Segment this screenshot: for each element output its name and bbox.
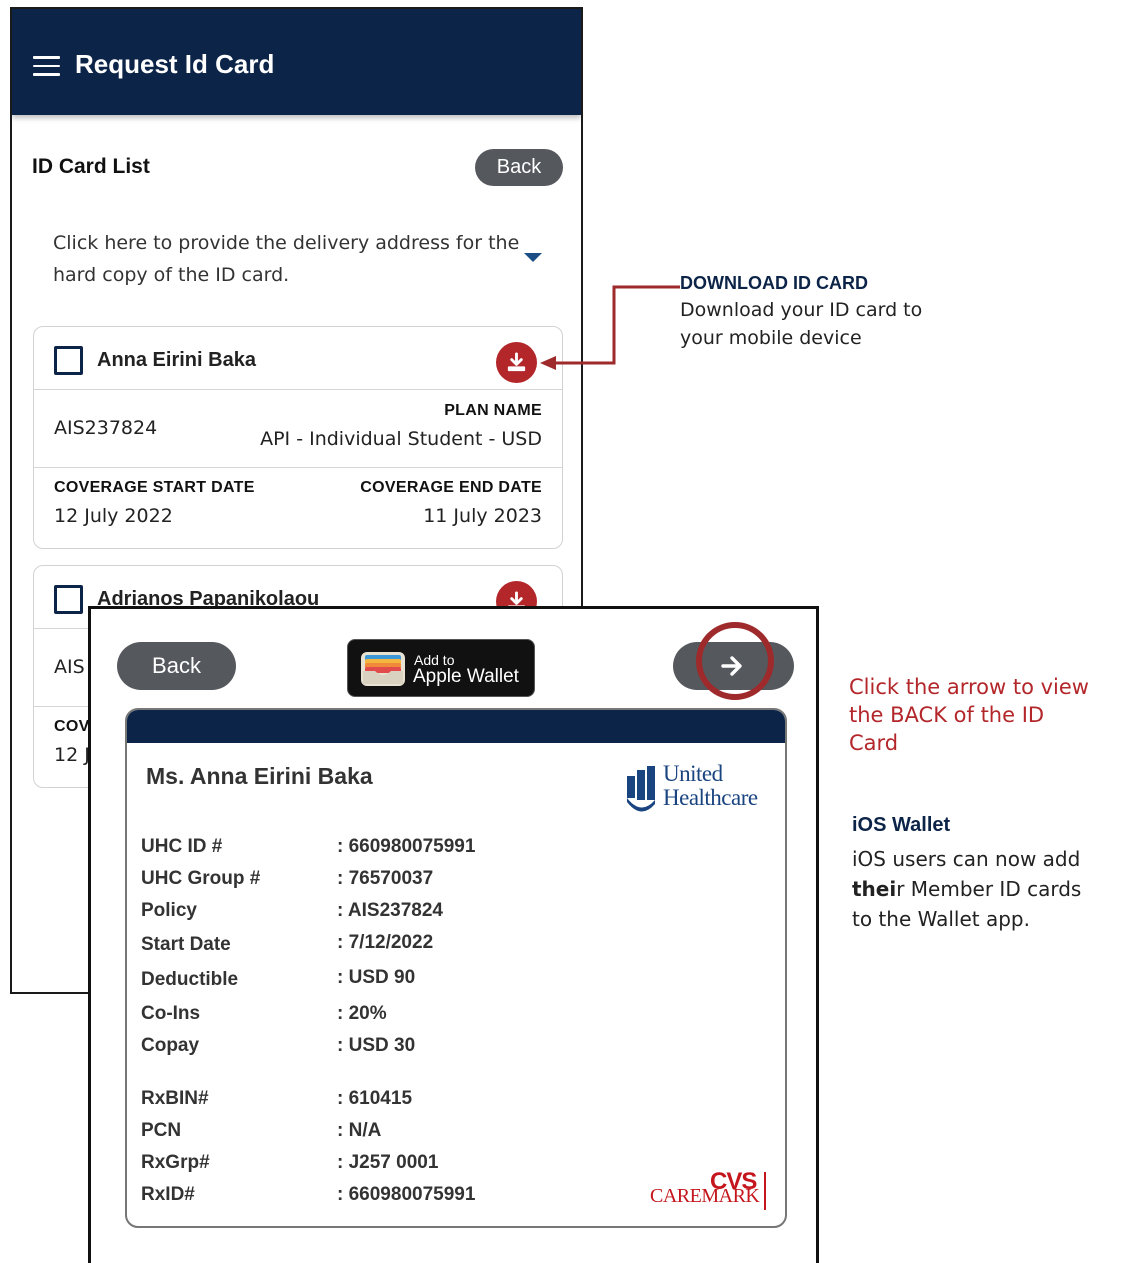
field-label: RxGrp# (141, 1152, 210, 1173)
field-label: RxBIN# (141, 1088, 209, 1109)
field-value: : AIS237824 (337, 900, 443, 921)
id-card-header-band (127, 710, 785, 743)
highlight-ring (696, 622, 774, 700)
ios-wallet-line: to the Wallet app. (852, 907, 1030, 931)
field-value: : 660980075991 (337, 836, 476, 857)
field-value: : 660980075991 (337, 1184, 476, 1205)
field-value: : N/A (337, 1120, 382, 1141)
field-label: Co-Ins (141, 1003, 201, 1024)
field-label: UHC ID # (141, 836, 223, 857)
ios-wallet-text: iOS users can now add their Member ID ca… (852, 844, 1140, 934)
field-label: PCN (141, 1120, 182, 1141)
download-annotation-line: Download your ID card to (680, 299, 923, 321)
ios-wallet-bold: thei (852, 877, 897, 901)
ios-wallet-line: iOS users can now add (852, 847, 1081, 871)
viewer-back-button[interactable]: Back (117, 642, 236, 690)
cvs-logo-bar (764, 1172, 766, 1210)
id-card-viewer-screen: Back Add to Apple Wallet Ms. Anna Eirini… (88, 606, 819, 1263)
cvs-logo-bottom: CAREMARK (650, 1185, 760, 1207)
add-to-apple-wallet-button[interactable]: Add to Apple Wallet (347, 639, 535, 697)
field-label: RxID# (141, 1184, 195, 1205)
field-value: : J257 0001 (337, 1152, 439, 1173)
field-label: Copay (141, 1035, 200, 1056)
field-label: Policy (141, 900, 197, 921)
field-value: : 76570037 (337, 868, 434, 889)
field-label: Deductible (141, 969, 239, 990)
ios-wallet-line: their Member ID cards (852, 874, 1140, 904)
insurer-logo-text: United Healthcare (663, 762, 758, 810)
field-value: : USD 30 (337, 1035, 416, 1056)
insurer-name-line: United (663, 761, 723, 786)
field-label: UHC Group # (141, 868, 261, 889)
wallet-icon (361, 652, 405, 686)
field-value: : 610415 (337, 1088, 413, 1109)
arrow-hint-annotation: Click the arrow to view the BACK of the … (849, 675, 1089, 755)
insurer-name-line: Healthcare (663, 785, 758, 810)
field-label: Start Date (141, 934, 231, 955)
ios-wallet-title: iOS Wallet (852, 814, 951, 836)
id-card: Ms. Anna Eirini Baka United Healthcare U… (125, 708, 787, 1228)
field-value: : 7/12/2022 (337, 932, 434, 953)
card-holder-name: Ms. Anna Eirini Baka (146, 763, 373, 789)
wallet-main-label: Apple Wallet (413, 666, 519, 687)
download-annotation-line: your mobile device (680, 327, 862, 349)
download-annotation-title: DOWNLOAD ID CARD (680, 273, 868, 293)
field-value: : USD 90 (337, 967, 416, 988)
field-value: : 20% (337, 1003, 387, 1024)
ios-wallet-rest: r Member ID cards (896, 877, 1082, 901)
